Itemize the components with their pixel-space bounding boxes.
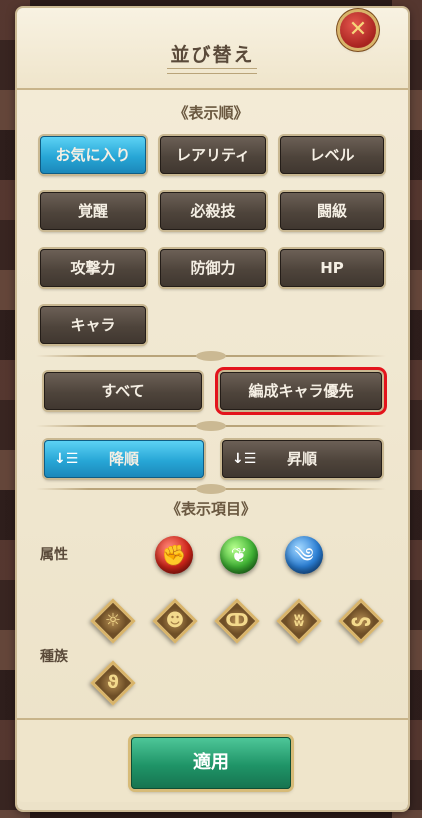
sort-button-level[interactable]: レベル xyxy=(280,136,384,174)
sort-button-awakening[interactable]: 覚醒 xyxy=(40,192,146,230)
spiral-icon[interactable]: ϑ xyxy=(90,660,136,706)
mask-glyph: ☻ xyxy=(165,610,185,631)
spiral-glyph: ϑ xyxy=(107,672,119,693)
header-ornament xyxy=(167,68,257,74)
apply-button[interactable]: 適用 xyxy=(131,737,291,789)
wings-icon[interactable]: ʬ xyxy=(276,598,322,644)
claw-icon[interactable]: ↀ xyxy=(214,598,260,644)
sort-button-hp[interactable]: HP xyxy=(280,249,384,287)
sort-button-battle-class[interactable]: 闘級 xyxy=(280,192,384,230)
section-divider xyxy=(36,351,386,361)
order-descending-button[interactable]: ↓☰ 降順 xyxy=(44,440,204,478)
filter-team-priority-button[interactable]: 編成キャラ優先 xyxy=(220,372,382,410)
mask-icon[interactable]: ☻ xyxy=(152,598,198,644)
order-ascending-button[interactable]: ↓☰ 昇順 xyxy=(222,440,382,478)
sun-glyph: ☼ xyxy=(104,610,122,631)
wind-icon[interactable]: ༄ xyxy=(285,536,323,574)
sort-ascending-icon: ↓☰ xyxy=(232,451,257,467)
serpent-icon[interactable]: ᔕ xyxy=(338,598,384,644)
sort-button-favorite[interactable]: お気に入り xyxy=(40,136,146,174)
tribe-label: 種族 xyxy=(40,649,68,665)
close-icon: ✕ xyxy=(348,17,368,42)
sort-button-rarity[interactable]: レアリティ xyxy=(160,136,266,174)
filter-all-button[interactable]: すべて xyxy=(44,372,202,410)
display-section-title: 《表示項目》 xyxy=(165,500,256,518)
sort-button-defense[interactable]: 防御力 xyxy=(160,249,266,287)
fist-icon[interactable]: ✊ xyxy=(155,536,193,574)
wings-glyph: ʬ xyxy=(293,610,305,631)
sort-button-special-move[interactable]: 必殺技 xyxy=(160,192,266,230)
sun-icon[interactable]: ☼ xyxy=(90,598,136,644)
sort-descending-icon: ↓☰ xyxy=(54,451,79,467)
section-divider xyxy=(36,421,386,431)
close-button[interactable]: ✕ xyxy=(340,12,376,48)
order-ascending-label: 昇順 xyxy=(286,450,317,468)
leaf-icon[interactable]: ❦ xyxy=(220,536,258,574)
sort-button-character[interactable]: キャラ xyxy=(40,306,146,344)
sort-section-title: 《表示順》 xyxy=(173,104,249,122)
claw-glyph: ↀ xyxy=(225,610,249,631)
serpent-glyph: ᔕ xyxy=(350,610,372,631)
order-descending-label: 降順 xyxy=(108,450,139,468)
attribute-label: 属性 xyxy=(40,547,68,563)
sort-button-attack[interactable]: 攻撃力 xyxy=(40,249,146,287)
section-divider xyxy=(36,484,386,494)
